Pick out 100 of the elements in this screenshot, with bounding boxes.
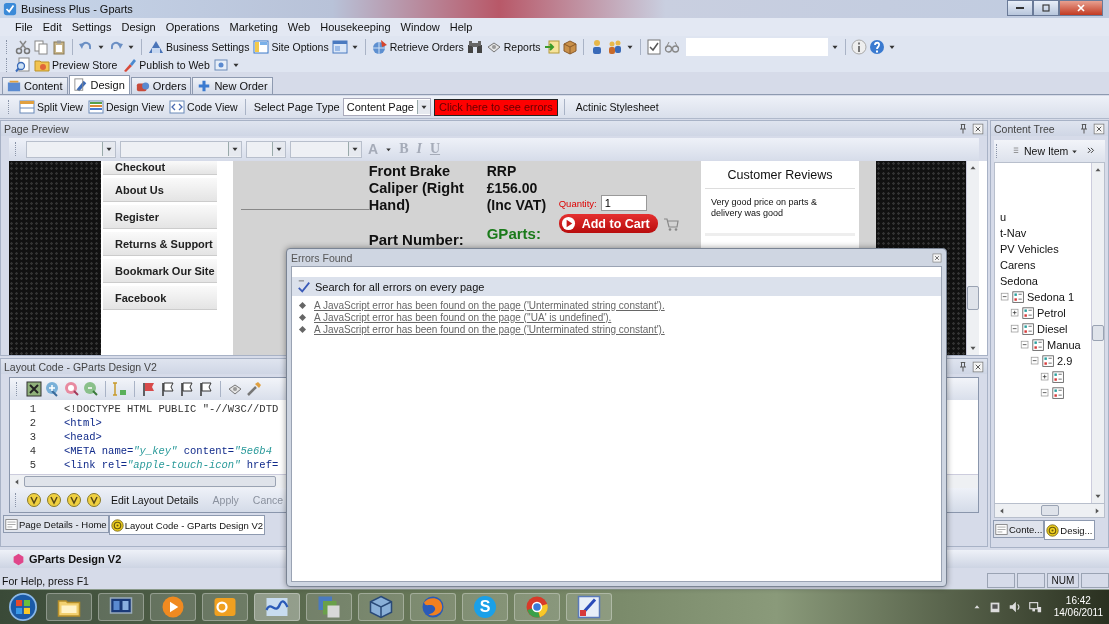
taskbar-button[interactable] (150, 593, 196, 621)
tab[interactable]: Page Details - Home (3, 515, 109, 533)
error-link[interactable]: A JavaScript error has been found on the page (''UA' is undefined'). (314, 311, 612, 323)
tab[interactable]: Content (2, 77, 68, 94)
menu-item[interactable]: File (10, 21, 38, 33)
collapse-icon[interactable] (1019, 339, 1031, 351)
box-icon[interactable] (561, 39, 578, 55)
taskbar-button[interactable] (202, 593, 248, 621)
expand-icon[interactable] (1009, 307, 1021, 319)
binoculars-icon[interactable] (466, 39, 483, 55)
tree-item[interactable]: Diesel (1036, 323, 1068, 335)
menu-item[interactable]: Operations (160, 21, 225, 33)
close-icon[interactable] (932, 252, 942, 263)
close-icon[interactable] (972, 360, 984, 373)
scroll-thumb[interactable] (24, 476, 276, 487)
magnifier-minus-icon[interactable] (83, 381, 99, 397)
menu-item[interactable]: Design (116, 21, 161, 33)
publish-button[interactable]: Publish to Web (120, 56, 211, 74)
nav-link[interactable]: Facebook (103, 286, 217, 310)
quantity-field[interactable]: 1 (600, 195, 647, 211)
text-cursor-icon[interactable] (112, 381, 128, 397)
tab[interactable]: Desig... (1044, 520, 1095, 540)
design-view-button[interactable]: Design View (86, 98, 166, 116)
pin-icon[interactable] (957, 360, 969, 373)
error-link[interactable]: A JavaScript error has been found on the page ('Unterminated string constant'). (314, 299, 665, 311)
menu-item[interactable]: Window (395, 21, 445, 33)
combo-field[interactable] (290, 140, 362, 158)
tree-item[interactable]: Petrol (1036, 307, 1066, 319)
tab[interactable]: Design (68, 75, 130, 94)
tree-item[interactable]: t-Nav (999, 227, 1027, 239)
taskbar-button[interactable] (46, 593, 92, 621)
info-icon[interactable] (850, 39, 867, 55)
scroll-thumb[interactable] (1092, 325, 1104, 341)
clipboard-icon[interactable] (51, 39, 67, 55)
tools-icon[interactable] (246, 381, 262, 397)
taskbar-button[interactable] (358, 593, 404, 621)
expand-icon[interactable] (1039, 371, 1051, 383)
tab[interactable]: Orders (130, 77, 192, 94)
scissors-icon[interactable] (15, 39, 31, 55)
pin-icon[interactable] (957, 122, 969, 135)
tree-item[interactable]: Sedona 1 (1026, 291, 1075, 303)
close-button[interactable] (1059, 0, 1103, 16)
page-type-select[interactable]: Content Page (342, 98, 431, 116)
menu-item[interactable]: Marketing (224, 21, 283, 33)
arrow-page-icon[interactable] (543, 39, 560, 55)
tab[interactable]: Layout Code - GParts Design V2 (108, 515, 265, 535)
combo-field[interactable] (26, 140, 116, 158)
start-button[interactable] (6, 592, 40, 622)
flag-icon[interactable] (179, 381, 195, 397)
magnifier-icon[interactable] (64, 381, 80, 397)
collapse-icon[interactable] (1029, 355, 1041, 367)
nav-link[interactable]: Bookmark Our Site (103, 259, 217, 283)
speaker-icon[interactable] (1007, 600, 1022, 614)
scrollbar[interactable] (994, 503, 1105, 518)
flag-icon[interactable] (141, 381, 157, 397)
scroll-thumb[interactable] (1040, 505, 1059, 516)
menu-item[interactable]: Settings (66, 21, 117, 33)
business-settings-button[interactable]: Business Settings (147, 38, 251, 56)
taskbar-button[interactable] (98, 593, 144, 621)
magnifier-page-icon[interactable] (15, 57, 31, 73)
tree-item[interactable]: PV Vehicles (999, 243, 1059, 255)
collapse-icon[interactable] (1039, 387, 1051, 399)
collapse-icon[interactable] (999, 291, 1011, 303)
menu-item[interactable]: Edit (37, 21, 67, 33)
maximize-button[interactable] (1033, 0, 1059, 16)
retrieve-orders-button[interactable]: Retrieve Orders (370, 38, 465, 56)
combo-field[interactable] (246, 140, 286, 158)
error-link[interactable]: A JavaScript error has been found on the page ('Unterminated string constant'). (314, 323, 665, 335)
tree-item[interactable]: 2.9 (1056, 355, 1073, 367)
collapse-icon[interactable] (1009, 323, 1021, 335)
nav-link[interactable]: About Us (103, 178, 217, 202)
scroll-thumb[interactable] (967, 286, 979, 310)
minimize-button[interactable] (1007, 0, 1033, 16)
chevron-icon[interactable] (1086, 146, 1097, 156)
add-to-cart-button[interactable]: Add to Cart (558, 214, 658, 233)
stylesheet-button[interactable]: Actinic Stylesheet (570, 98, 664, 116)
scrollbar[interactable] (966, 161, 979, 355)
tab[interactable]: Conte... (993, 520, 1045, 538)
close-icon[interactable] (972, 122, 984, 135)
taskbar-button[interactable] (306, 593, 352, 621)
checklist-icon[interactable] (645, 39, 662, 55)
cart-icon[interactable] (662, 215, 679, 232)
site-options-button[interactable]: Site Options (252, 38, 330, 56)
action-button[interactable]: Edit Layout Details (106, 491, 204, 509)
preview-store-button[interactable]: Preview Store (33, 56, 119, 74)
magnifier-plus-icon[interactable] (45, 381, 61, 397)
network-icon[interactable] (1027, 600, 1042, 614)
menu-item[interactable]: Housekeeping (315, 21, 396, 33)
x-box-icon[interactable] (26, 381, 42, 397)
help-icon[interactable] (868, 39, 885, 55)
taskbar-button[interactable] (566, 593, 612, 621)
taskbar-button[interactable] (514, 593, 560, 621)
flag-icon[interactable] (198, 381, 214, 397)
code-view-button[interactable]: Code View (168, 98, 239, 116)
combo-field[interactable] (120, 140, 242, 158)
tree-item[interactable]: u (999, 211, 1007, 223)
pin-icon[interactable] (1078, 122, 1090, 135)
tree-item[interactable]: Sedona (999, 275, 1038, 287)
close-icon[interactable] (1093, 122, 1105, 135)
menu-item[interactable]: Web (282, 21, 316, 33)
